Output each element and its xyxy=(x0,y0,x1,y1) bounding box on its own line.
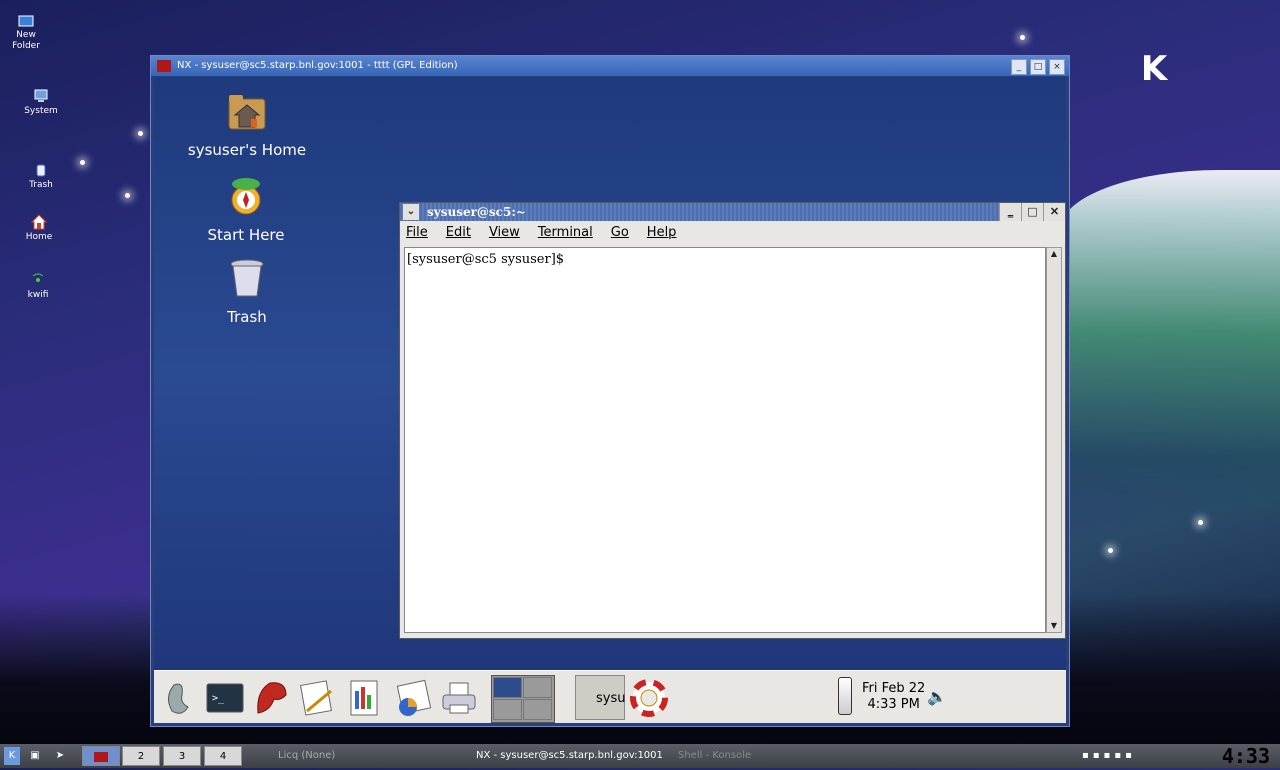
scroll-down-icon[interactable]: ▼ xyxy=(1047,620,1061,632)
pager-workspace-1[interactable] xyxy=(493,677,522,698)
terminal-launcher-icon[interactable]: >_ xyxy=(204,677,246,719)
terminal-output[interactable]: [sysuser@sc5 sysuser]$ xyxy=(404,247,1046,633)
gnome-icon-label: Trash xyxy=(227,308,267,326)
trash-can-icon xyxy=(230,259,264,297)
workspace-3-button[interactable]: 3 xyxy=(163,746,201,766)
kde-logo: K xyxy=(1140,49,1168,89)
terminal-window[interactable]: ⌄ sysuser@sc5:~ ‗ □ ✕ File Edit View Ter… xyxy=(399,202,1066,639)
maximize-button[interactable]: □ xyxy=(1030,59,1046,75)
menu-terminal[interactable]: Terminal xyxy=(538,225,593,240)
svg-text:>_: >_ xyxy=(212,693,225,704)
kde-menu-icon[interactable]: K xyxy=(4,747,20,765)
printer-icon[interactable] xyxy=(438,677,480,719)
desktop-icon-home[interactable]: Home xyxy=(9,214,69,243)
nx-logo-icon xyxy=(157,60,171,72)
battery-icon xyxy=(838,677,852,715)
task-licq[interactable]: Licq (None) xyxy=(258,746,335,766)
home-folder-icon xyxy=(228,95,266,130)
pager-workspace-3[interactable] xyxy=(493,699,522,720)
gnome-icon-trash[interactable]: Trash xyxy=(177,256,317,326)
pager-workspace-4[interactable] xyxy=(523,699,552,720)
spreadsheet-icon[interactable] xyxy=(392,677,434,719)
computer-icon xyxy=(34,89,48,102)
clock-date: Fri Feb 22 xyxy=(862,681,926,696)
remote-desktop: sysuser's Home Start Here Trash ⌄ sysuse… xyxy=(154,77,1066,670)
terminal-titlebar[interactable]: ⌄ sysuser@sc5:~ ‗ □ ✕ xyxy=(400,203,1065,221)
gnome-icon-home[interactable]: sysuser's Home xyxy=(177,89,317,159)
nx-window[interactable]: NX - sysuser@sc5.starp.bnl.gov:1001 - tt… xyxy=(150,55,1070,727)
desktop-icon-system[interactable]: System xyxy=(11,88,71,117)
kde-taskbar: K ▣ ➤ 2 3 4 Licq (None) NX - sysuser@sc5… xyxy=(0,744,1280,768)
scroll-up-icon[interactable]: ▲ xyxy=(1047,248,1061,260)
terminal-maximize-button[interactable]: □ xyxy=(1021,203,1043,221)
task-label: NX - sysuser@sc5.starp.bnl.gov:1001 xyxy=(476,750,663,761)
desktop-icon-trash[interactable]: Trash xyxy=(11,162,71,191)
desktop-icon-label: System xyxy=(24,106,58,116)
workspace-2-button[interactable]: 2 xyxy=(122,746,160,766)
desktop-icon-kwifi[interactable]: kwifi xyxy=(8,272,68,301)
menu-view[interactable]: View xyxy=(489,225,520,240)
menu-edit[interactable]: Edit xyxy=(446,225,471,240)
terminal-minimize-button[interactable]: ‗ xyxy=(999,203,1021,221)
task-label: Licq (None) xyxy=(278,750,336,761)
star xyxy=(138,131,143,136)
nx-window-title: NX - sysuser@sc5.starp.bnl.gov:1001 - tt… xyxy=(177,60,458,71)
gnome-icon-start-here[interactable]: Start Here xyxy=(176,174,316,244)
show-desktop-icon[interactable]: ▣ xyxy=(27,747,43,765)
workspace-1-button[interactable] xyxy=(82,746,120,766)
window-menu-button[interactable]: ⌄ xyxy=(403,204,419,220)
star xyxy=(125,193,130,198)
star xyxy=(1108,548,1113,553)
desktop-icon-label: kwifi xyxy=(27,290,49,300)
writer-icon[interactable] xyxy=(297,677,339,719)
task-label: Shell - Konsole xyxy=(678,750,752,761)
terminal-scrollbar[interactable]: ▲ ▼ xyxy=(1046,247,1062,633)
system-tray[interactable]: ▪▪▪▪▪ xyxy=(1082,747,1192,765)
konqueror-icon[interactable]: ➤ xyxy=(52,747,68,765)
home-icon xyxy=(31,214,47,230)
compass-icon xyxy=(231,178,261,215)
menu-file[interactable]: File xyxy=(406,225,428,240)
desktop-icon-label: New Folder xyxy=(12,30,40,51)
workspace-pager[interactable] xyxy=(491,675,555,723)
nx-logo-icon xyxy=(94,752,108,762)
desktop-icon-label: Home xyxy=(25,232,53,242)
star xyxy=(1198,520,1203,525)
terminal-prompt: [sysuser@sc5 sysuser]$ xyxy=(407,252,565,267)
star xyxy=(1020,35,1025,40)
folder-icon xyxy=(18,15,34,27)
workspace-4-button[interactable]: 4 xyxy=(204,746,242,766)
task-nx[interactable]: NX - sysuser@sc5.starp.bnl.gov:1001 xyxy=(456,746,663,766)
volume-icon[interactable]: 🔈 xyxy=(927,687,947,706)
terminal-title: sysuser@sc5:~ xyxy=(427,205,526,219)
minimize-button[interactable]: _ xyxy=(1011,59,1027,75)
terminal-close-button[interactable]: ✕ xyxy=(1043,203,1065,221)
desktop-icon-label: Trash xyxy=(29,180,53,190)
task-konsole[interactable]: Shell - Konsole xyxy=(658,746,751,766)
clock-time: 4:33 PM xyxy=(867,697,920,712)
trash-icon xyxy=(36,164,46,177)
pager-workspace-2[interactable] xyxy=(523,677,552,698)
gnome-icon-label: sysuser's Home xyxy=(187,141,307,159)
menu-go[interactable]: Go xyxy=(611,225,629,240)
wifi-icon xyxy=(32,273,44,282)
gnome-panel: >_ sysu Fri Feb 22 4:33 PM 🔈 xyxy=(154,670,1066,723)
star xyxy=(80,160,85,165)
menu-help[interactable]: Help xyxy=(647,225,677,240)
help-lifebuoy-icon[interactable] xyxy=(628,677,670,719)
nx-titlebar[interactable]: NX - sysuser@sc5.starp.bnl.gov:1001 - tt… xyxy=(151,56,1069,76)
close-button[interactable]: × xyxy=(1049,59,1065,75)
task-label: sysu xyxy=(596,691,626,706)
mozilla-icon[interactable] xyxy=(250,677,292,719)
kde-clock[interactable]: 4:33 xyxy=(1222,745,1270,767)
taskbar-terminal-button[interactable]: sysu xyxy=(575,675,625,720)
panel-clock[interactable]: Fri Feb 22 4:33 PM xyxy=(862,681,925,713)
gnome-foot-icon[interactable] xyxy=(158,677,200,719)
terminal-menubar: File Edit View Terminal Go Help xyxy=(400,221,1065,243)
presentation-icon[interactable] xyxy=(343,677,385,719)
aurora-background xyxy=(1060,170,1280,530)
gnome-icon-label: Start Here xyxy=(207,226,285,244)
desktop-icon-new-folder[interactable]: New Folder xyxy=(0,12,56,52)
